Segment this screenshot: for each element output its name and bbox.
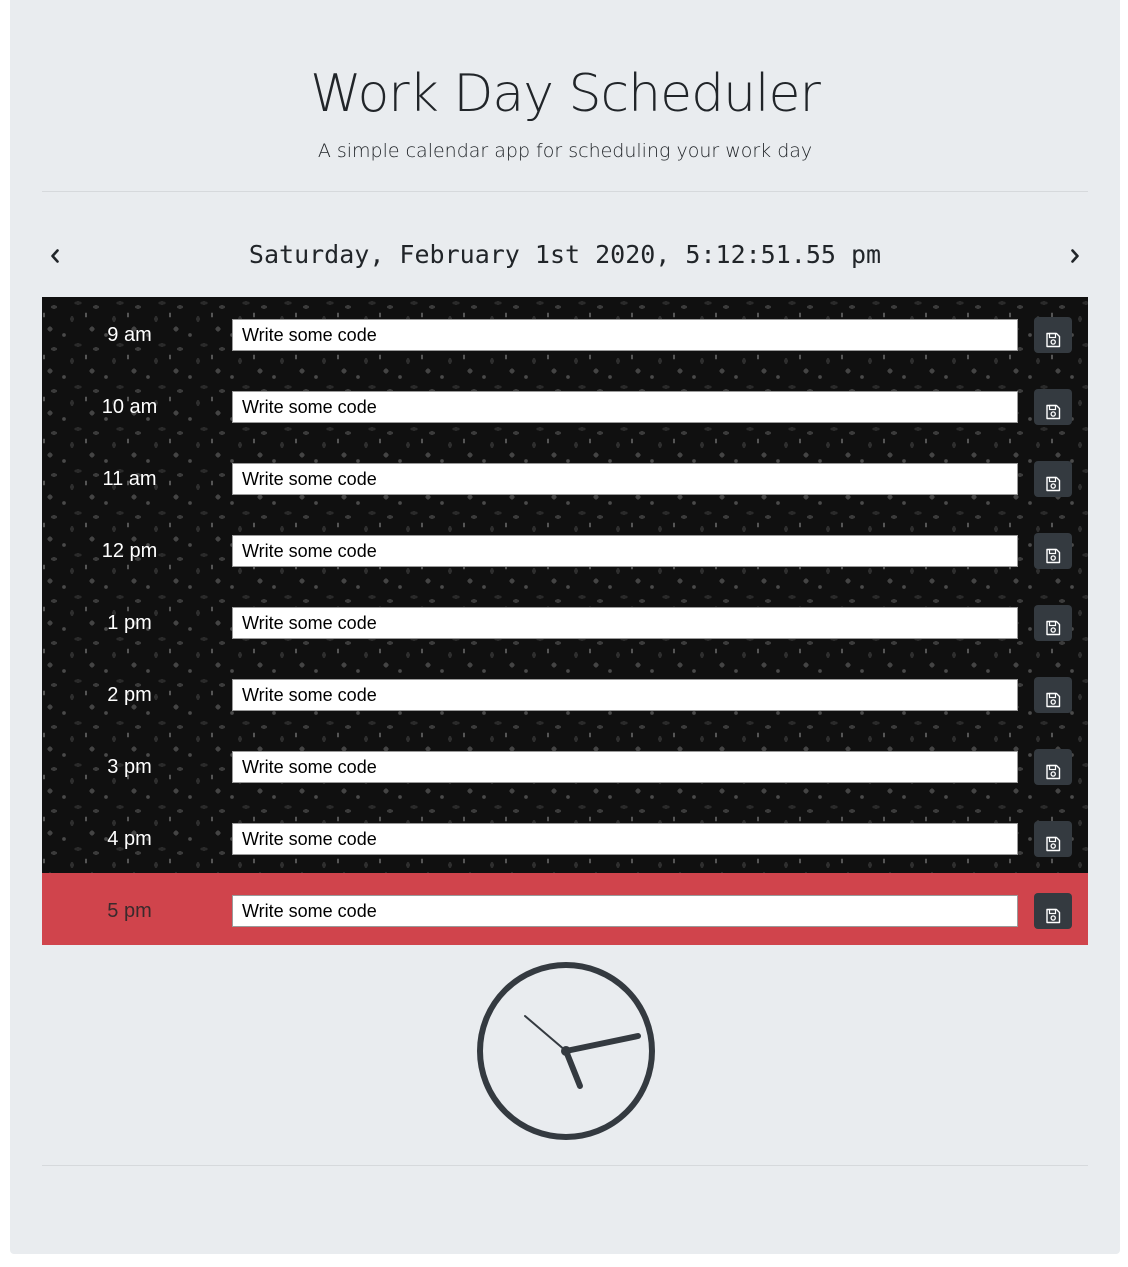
task-input[interactable] bbox=[232, 823, 1018, 855]
time-block-row: 2 pm bbox=[42, 657, 1088, 729]
save-button[interactable] bbox=[1034, 461, 1072, 497]
save-button[interactable] bbox=[1034, 317, 1072, 353]
hourly-schedule: 9 am 10 am 11 am bbox=[42, 297, 1088, 945]
footer-divider bbox=[42, 1165, 1088, 1166]
page-title: Work Day Scheduler bbox=[310, 64, 821, 124]
task-input[interactable] bbox=[232, 391, 1018, 423]
hour-label: 12 pm bbox=[101, 540, 158, 562]
task-input[interactable] bbox=[232, 895, 1018, 927]
floppy-disk-icon bbox=[1046, 692, 1061, 707]
hour-label: 4 pm bbox=[107, 828, 152, 850]
save-button[interactable] bbox=[1034, 389, 1072, 425]
floppy-disk-icon bbox=[1046, 404, 1061, 419]
task-input[interactable] bbox=[232, 319, 1018, 351]
save-button[interactable] bbox=[1034, 677, 1072, 713]
floppy-disk-icon bbox=[1046, 332, 1061, 347]
hour-label: 10 am bbox=[101, 396, 158, 418]
time-block-row: 3 pm bbox=[42, 729, 1088, 801]
time-block-row: 11 am bbox=[42, 441, 1088, 513]
date-navigation: Saturday, February 1st 2020, 5:12:51.55 … bbox=[42, 232, 1088, 282]
task-input[interactable] bbox=[232, 463, 1018, 495]
time-block-row: 4 pm bbox=[42, 801, 1088, 873]
task-input[interactable] bbox=[232, 535, 1018, 567]
floppy-disk-icon bbox=[1046, 836, 1061, 851]
floppy-disk-icon bbox=[1046, 548, 1061, 563]
analog-clock-icon bbox=[476, 961, 656, 1141]
save-button[interactable] bbox=[1034, 749, 1072, 785]
current-date-display: Saturday, February 1st 2020, 5:12:51.55 … bbox=[248, 240, 882, 269]
next-day-button[interactable] bbox=[1060, 242, 1088, 270]
hour-label: 3 pm bbox=[107, 756, 152, 778]
task-input[interactable] bbox=[232, 607, 1018, 639]
hour-label: 11 am bbox=[102, 468, 157, 490]
time-block-row: 9 am bbox=[42, 297, 1088, 369]
time-block-row: 10 am bbox=[42, 369, 1088, 441]
floppy-disk-icon bbox=[1046, 620, 1061, 635]
floppy-disk-icon bbox=[1046, 476, 1061, 491]
task-input[interactable] bbox=[232, 751, 1018, 783]
hour-label: 9 am bbox=[107, 324, 152, 346]
save-button[interactable] bbox=[1034, 533, 1072, 569]
page-subtitle: A simple calendar app for scheduling you… bbox=[317, 140, 813, 162]
hour-label: 5 pm bbox=[107, 900, 152, 922]
time-block-row: 1 pm bbox=[42, 585, 1088, 657]
time-block-row: 12 pm bbox=[42, 513, 1088, 585]
floppy-disk-icon bbox=[1046, 908, 1061, 923]
hour-label: 1 pm bbox=[107, 612, 152, 634]
task-input[interactable] bbox=[232, 679, 1018, 711]
chevron-right-icon bbox=[1071, 249, 1079, 263]
time-block-row: 5 pm bbox=[42, 873, 1088, 945]
hour-label: 2 pm bbox=[107, 684, 152, 706]
page-header: Work Day Scheduler A simple calendar app… bbox=[42, 0, 1088, 192]
save-button[interactable] bbox=[1034, 893, 1072, 929]
floppy-disk-icon bbox=[1046, 764, 1061, 779]
save-button[interactable] bbox=[1034, 605, 1072, 641]
save-button[interactable] bbox=[1034, 821, 1072, 857]
app-page: Work Day Scheduler A simple calendar app… bbox=[10, 0, 1120, 1254]
